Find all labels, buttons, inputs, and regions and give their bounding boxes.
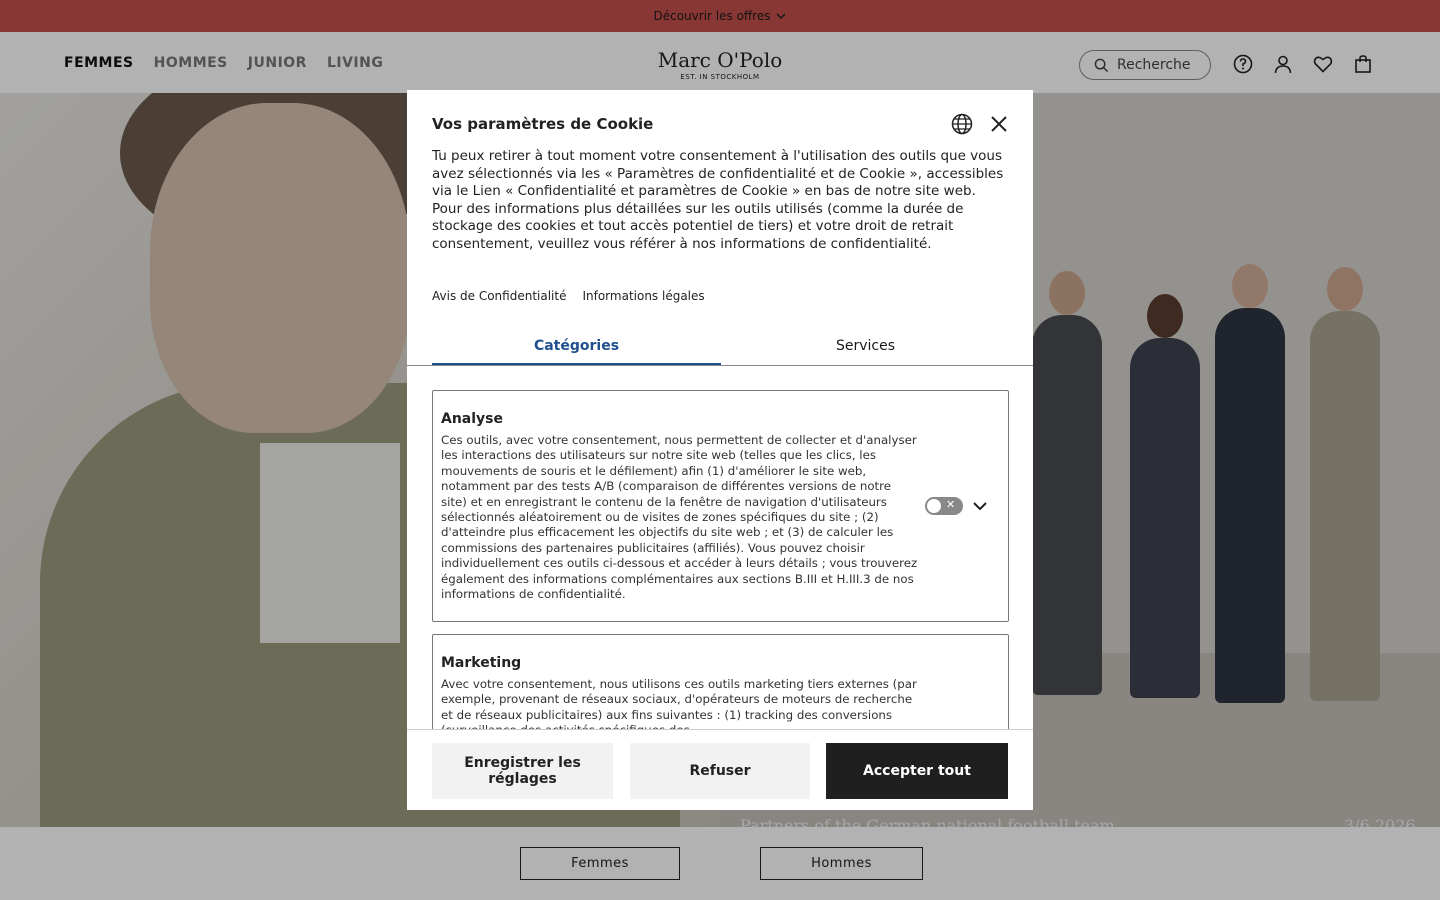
category-title: Marketing xyxy=(441,655,522,671)
save-settings-button[interactable]: Enregistrer les réglages xyxy=(432,743,613,799)
globe-icon[interactable] xyxy=(951,113,973,139)
close-icon[interactable] xyxy=(988,113,1010,139)
category-title: Analyse xyxy=(441,411,504,427)
cookie-tabs: Catégories Services xyxy=(432,330,1033,366)
tab-services[interactable]: Services xyxy=(721,330,1010,366)
legal-info-link[interactable]: Informations légales xyxy=(582,289,704,303)
accept-all-button[interactable]: Accepter tout xyxy=(826,743,1008,799)
privacy-notice-link[interactable]: Avis de Confidentialité xyxy=(432,289,566,303)
cookie-modal-title: Vos paramètres de Cookie xyxy=(432,115,654,133)
cookie-modal-body: Tu peux retirer à tout moment votre cons… xyxy=(432,148,1004,252)
chevron-down-icon[interactable] xyxy=(971,497,989,519)
category-card-analyse: Analyse Ces outils, avec votre consentem… xyxy=(432,390,1009,622)
analyse-toggle[interactable]: ✕ xyxy=(925,497,963,515)
tab-divider xyxy=(407,365,1033,366)
cookie-links: Avis de Confidentialité Informations lég… xyxy=(432,289,705,303)
cookie-modal: Vos paramètres de Cookie Tu peux retirer… xyxy=(407,90,1033,810)
refuse-button[interactable]: Refuser xyxy=(630,743,810,799)
cookie-modal-footer: Enregistrer les réglages Refuser Accepte… xyxy=(407,729,1033,810)
toggle-off-icon: ✕ xyxy=(946,498,956,511)
tab-categories[interactable]: Catégories xyxy=(432,330,721,366)
category-description: Ces outils, avec votre consentement, nou… xyxy=(441,433,918,602)
